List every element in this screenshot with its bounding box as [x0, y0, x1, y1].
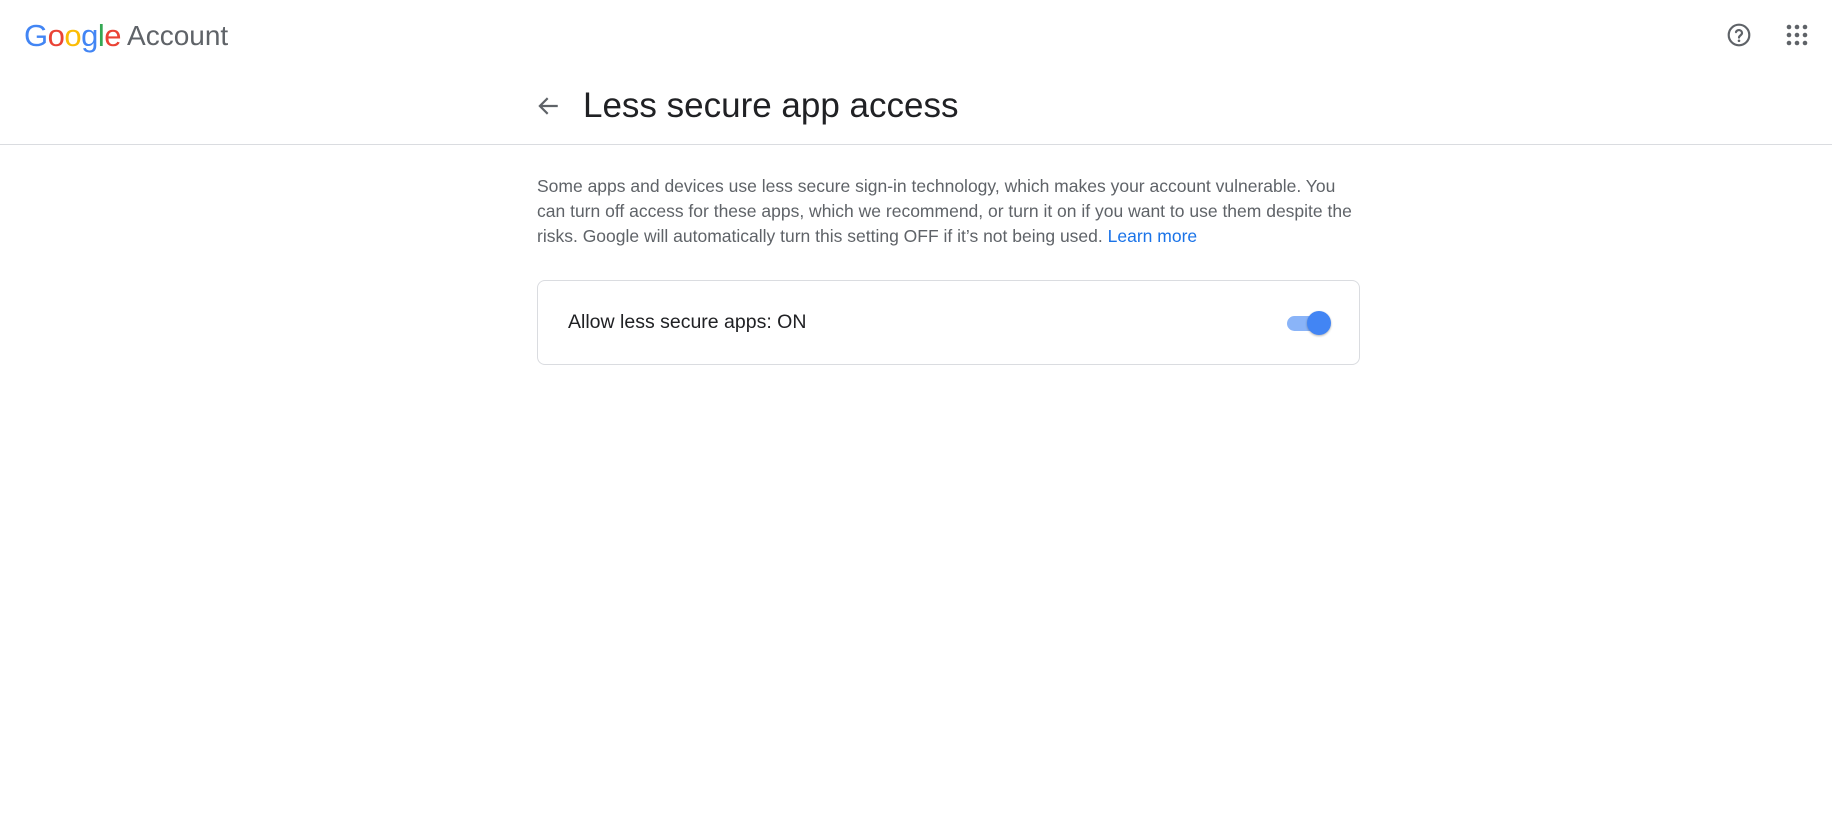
page-header: Less secure app access: [0, 70, 1832, 145]
less-secure-apps-card: Allow less secure apps: ON: [537, 280, 1360, 365]
learn-more-link[interactable]: Learn more: [1108, 226, 1198, 246]
back-button[interactable]: [528, 86, 568, 126]
apps-button[interactable]: [1777, 15, 1817, 55]
page-title: Less secure app access: [583, 86, 959, 125]
google-account-logo[interactable]: Google Account: [24, 16, 228, 56]
top-bar: Google Account: [0, 0, 1832, 70]
help-circle-icon: [1727, 23, 1751, 47]
help-button[interactable]: [1719, 15, 1759, 55]
description-text: Some apps and devices use less secure si…: [537, 176, 1352, 246]
page-description: Some apps and devices use less secure si…: [537, 174, 1367, 249]
allow-less-secure-apps-toggle[interactable]: [1283, 308, 1331, 338]
apps-grid-icon: [1786, 24, 1808, 46]
google-wordmark: Google: [24, 18, 122, 53]
arrow-back-icon: [538, 97, 558, 115]
product-name: Account: [127, 20, 229, 51]
setting-label: Allow less secure apps: ON: [568, 311, 807, 333]
toggle-thumb: [1307, 311, 1331, 335]
